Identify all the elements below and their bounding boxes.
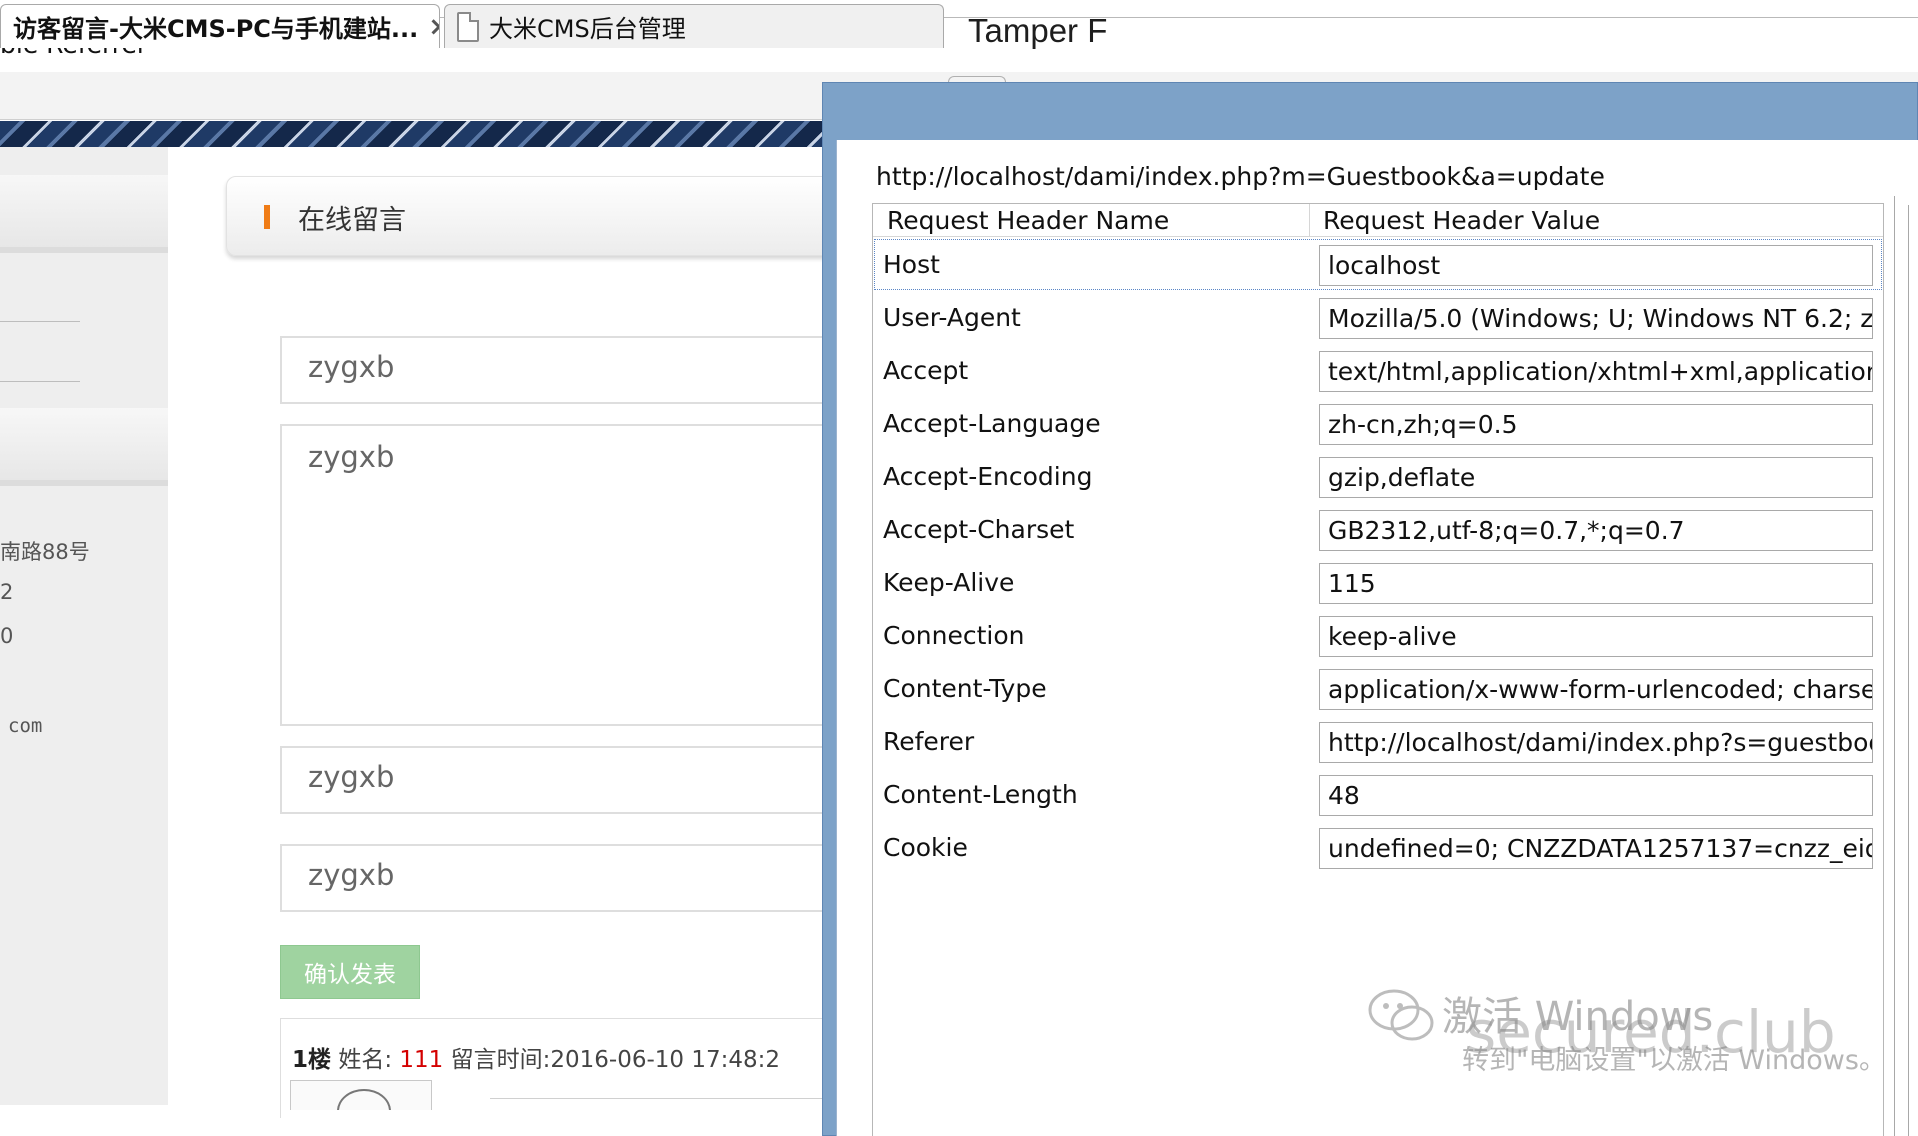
comment-name-label: 姓名: (338, 1047, 393, 1073)
table-row[interactable]: Accept-Encoding gzip,deflate (873, 450, 1883, 503)
header-name: Host (883, 250, 940, 279)
header-name: Keep-Alive (883, 568, 1015, 597)
table-row[interactable]: Accept text/html,application/xhtml+xml,a… (873, 344, 1883, 397)
header-value-input[interactable]: localhost (1319, 245, 1873, 286)
tab-title: 访客留言-大米CMS-PC与手机建站... (13, 15, 419, 43)
page-icon (457, 11, 479, 42)
close-icon[interactable]: × (428, 12, 439, 42)
header-value-input[interactable]: keep-alive (1319, 616, 1873, 657)
header-value-input[interactable]: GB2312,utf-8;q=0.7,*;q=0.7 (1319, 510, 1873, 551)
table-header: Request Header Name Request Header Value (873, 204, 1883, 237)
header-value-input[interactable]: gzip,deflate (1319, 457, 1873, 498)
request-url: http://localhost/dami/index.php?m=Guestb… (876, 162, 1605, 191)
tab-guestbook[interactable]: 访客留言-大米CMS-PC与手机建站... × (0, 4, 440, 48)
contact-input[interactable]: zygxb (280, 746, 840, 814)
panel-divider (1894, 196, 1895, 1136)
header-value-input[interactable]: application/x-www-form-urlencoded; chars… (1319, 669, 1873, 710)
header-value-input[interactable]: 48 (1319, 775, 1873, 816)
sidebar-divider (0, 321, 80, 322)
sidebar-contact-header (0, 408, 168, 486)
header-value-input[interactable]: zh-cn,zh;q=0.5 (1319, 404, 1873, 445)
dialog-title: Tamper F (968, 12, 1108, 49)
table-row[interactable]: Connection keep-alive (873, 609, 1883, 662)
name-input[interactable]: zygxb (280, 336, 840, 404)
sidebar-address: 南路88号 (0, 540, 90, 564)
header-value-input[interactable]: Mozilla/5.0 (Windows; U; Windows NT 6.2;… (1319, 298, 1873, 339)
wechat-icon (1368, 989, 1434, 1041)
comment-time: 留言时间:2016-06-10 17:48:2 (450, 1047, 780, 1073)
avatar (290, 1080, 432, 1110)
header-value-input[interactable]: http://localhost/dami/index.php?s=guestb… (1319, 722, 1873, 763)
table-row[interactable]: User-Agent Mozilla/5.0 (Windows; U; Wind… (873, 291, 1883, 344)
table-row[interactable]: Accept-Language zh-cn,zh;q=0.5 (873, 397, 1883, 450)
header-name: Accept (883, 356, 969, 385)
panel-divider (1908, 205, 1909, 1136)
column-header-value[interactable]: Request Header Value (1323, 206, 1600, 235)
header-name: Content-Type (883, 674, 1047, 703)
page-title: 在线留言 (298, 205, 406, 236)
comment-content-border (490, 1098, 840, 1099)
header-value-input[interactable]: 115 (1319, 563, 1873, 604)
comment-meta: 1楼 姓名: 111 留言时间:2016-06-10 17:48:2 (292, 1040, 780, 1074)
comment-floor: 1楼 (292, 1047, 332, 1073)
sidebar-divider (0, 381, 80, 382)
site-banner (0, 121, 830, 147)
sidebar-phone: 2 (0, 580, 14, 604)
tab-cms-admin[interactable]: 大米CMS后台管理 (444, 4, 944, 48)
column-header-name[interactable]: Request Header Name (887, 206, 1169, 235)
header-value-input[interactable]: undefined=0; CNZZDATA1257137=cnzz_eid%3 (1319, 828, 1873, 869)
header-name: Connection (883, 621, 1025, 650)
header-name: Cookie (883, 833, 968, 862)
table-row[interactable]: Keep-Alive 115 (873, 556, 1883, 609)
table-row[interactable]: Content-Type application/x-www-form-urle… (873, 662, 1883, 715)
table-row[interactable]: Referer http://localhost/dami/index.php?… (873, 715, 1883, 768)
sidebar-fax: 0 (0, 624, 14, 648)
submit-button[interactable]: 确认发表 (280, 945, 420, 999)
email-input[interactable]: zygxb (280, 844, 840, 912)
header-name: Accept-Encoding (883, 462, 1093, 491)
site-watermark: secured.club (1466, 998, 1836, 1066)
tab-title: 大米CMS后台管理 (489, 15, 686, 43)
header-name: Accept-Language (883, 409, 1101, 438)
table-row[interactable]: Cookie undefined=0; CNZZDATA1257137=cnzz… (873, 821, 1883, 874)
sidebar-header (0, 175, 168, 253)
comment-author: 111 (399, 1047, 444, 1073)
table-row[interactable]: Content-Length 48 (873, 768, 1883, 821)
title-accent-marker (264, 205, 270, 229)
message-textarea[interactable]: zygxb (280, 424, 840, 726)
table-row[interactable]: Accept-Charset GB2312,utf-8;q=0.7,*;q=0.… (873, 503, 1883, 556)
header-name: Accept-Charset (883, 515, 1075, 544)
header-name: Referer (883, 727, 975, 756)
sidebar (0, 147, 168, 1105)
header-value-input[interactable]: text/html,application/xhtml+xml,applicat… (1319, 351, 1873, 392)
table-row[interactable]: Host localhost (873, 238, 1883, 291)
sidebar-email: com (8, 715, 43, 737)
column-separator[interactable] (1309, 204, 1310, 237)
header-name: Content-Length (883, 780, 1078, 809)
header-name: User-Agent (883, 303, 1021, 332)
